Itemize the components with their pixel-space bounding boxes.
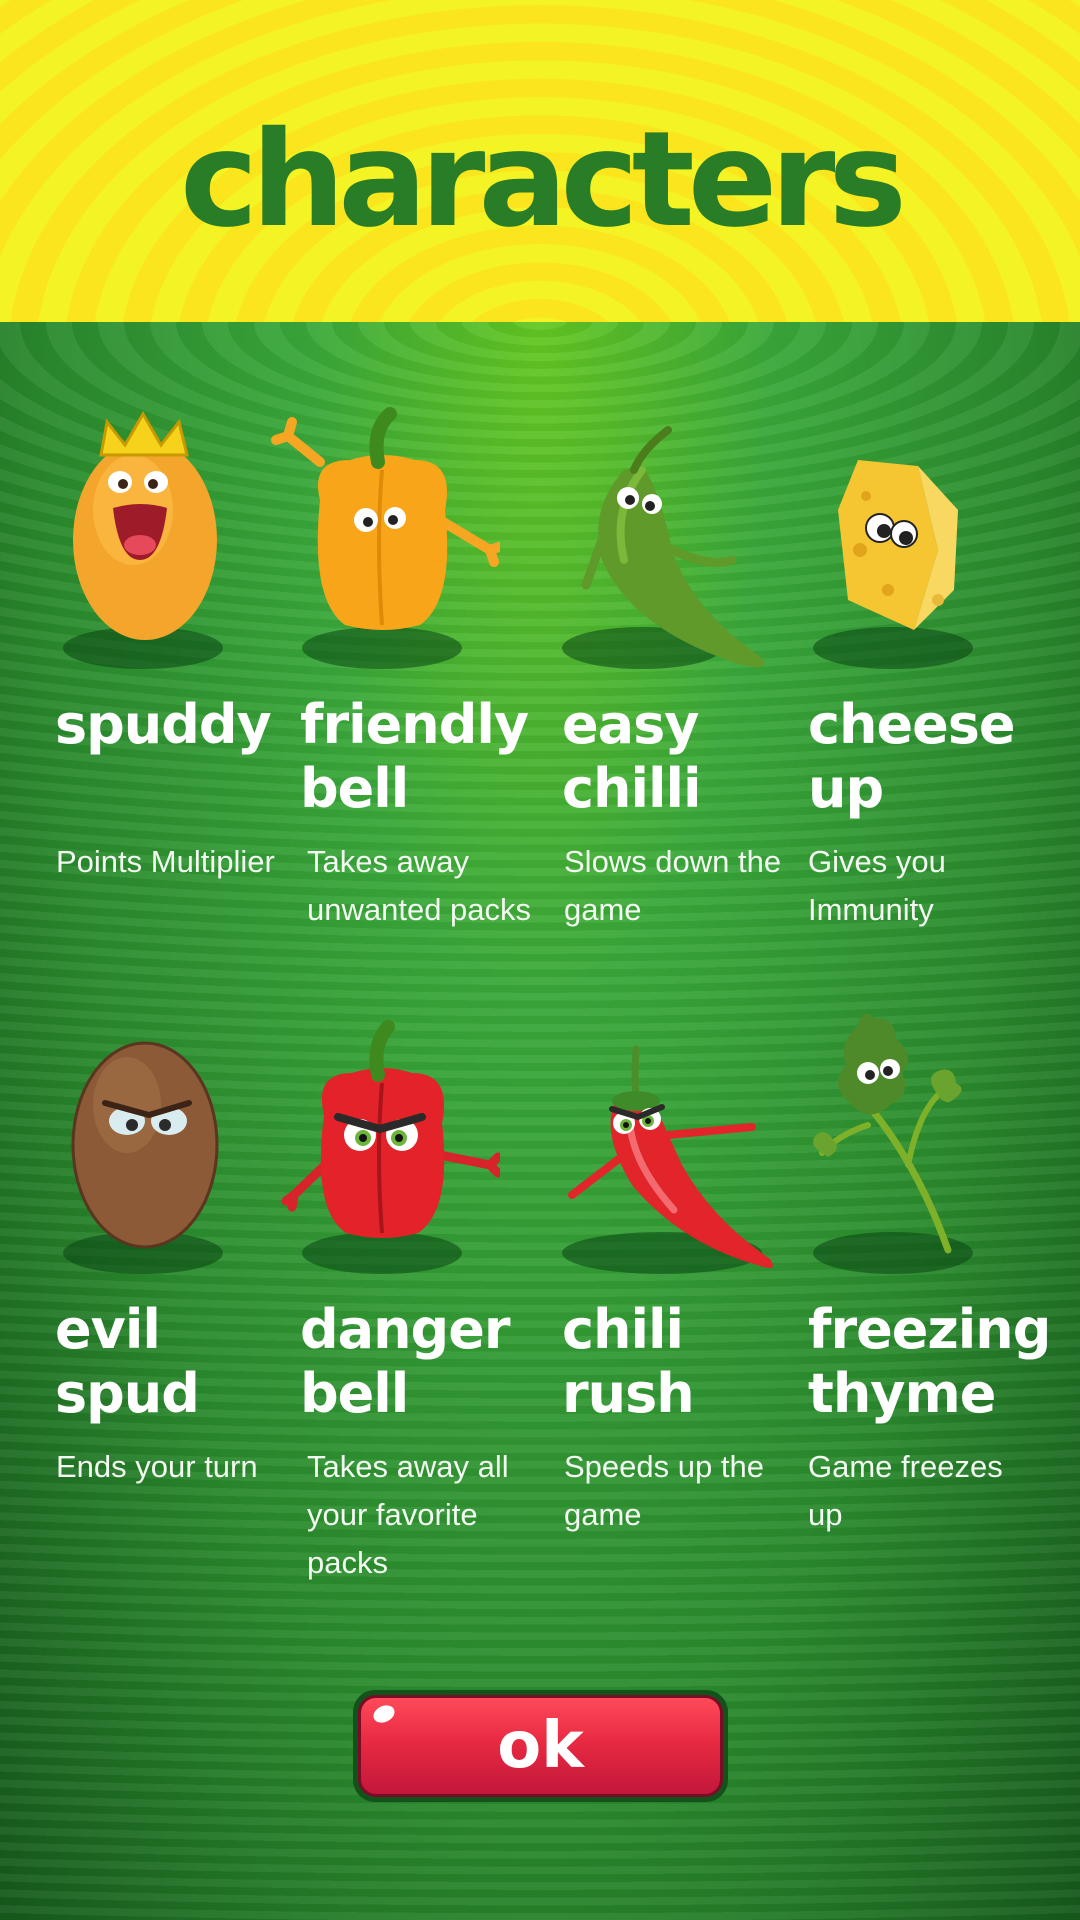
- thyme-sprig-icon: [813, 1013, 973, 1274]
- character-name: freezing thyme: [808, 1298, 1051, 1425]
- character-name: danger bell: [300, 1298, 510, 1425]
- page-title: characters: [179, 103, 907, 257]
- character-name: cheese up: [808, 693, 1015, 820]
- character-name: easy chilli: [562, 693, 702, 820]
- header-banner: characters: [0, 0, 1080, 322]
- ok-button-label: ok: [497, 1709, 584, 1783]
- character-description: Game freezes up: [808, 1449, 1003, 1532]
- character-description: Points Multiplier: [56, 844, 275, 879]
- button-glint: [370, 1702, 398, 1726]
- character-name: chili rush: [562, 1298, 695, 1425]
- angry-red-pepper-icon: [281, 1020, 500, 1274]
- character-description: Ends your turn: [56, 1449, 258, 1484]
- ok-button-frame: ok: [353, 1690, 728, 1802]
- ok-button[interactable]: ok: [358, 1695, 723, 1797]
- cheese-wedge-icon: [813, 460, 973, 669]
- character-name: friendly bell: [300, 693, 529, 820]
- character-description: Takes away unwanted packs: [307, 844, 532, 927]
- character-description: Takes away all your favorite packs: [307, 1449, 509, 1580]
- character-description: Gives you Immunity: [808, 844, 946, 927]
- red-chilli-icon: [562, 1045, 773, 1274]
- character-name: spuddy: [55, 693, 272, 756]
- character-name: evil spud: [55, 1298, 200, 1425]
- green-chilli-icon: [562, 426, 765, 669]
- character-description: Speeds up the game: [564, 1449, 764, 1532]
- character-description: Slows down the game: [564, 844, 782, 927]
- yellow-bell-pepper-icon: [271, 407, 500, 669]
